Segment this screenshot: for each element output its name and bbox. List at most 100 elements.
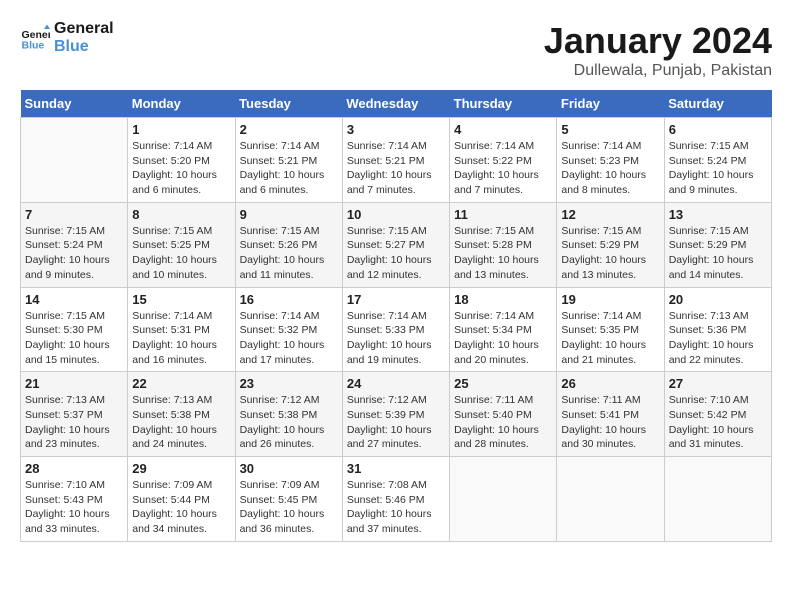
calendar-week-4: 21 Sunrise: 7:13 AMSunset: 5:37 PMDayligh… [21,372,772,457]
calendar-cell: 24Sunrise: 7:12 AMSunset: 5:39 PMDayligh… [342,372,449,457]
day-number: 24 [347,376,445,391]
day-number: 19 [561,292,659,307]
day-number: 15 [132,292,230,307]
day-info: Sunrise: 7:11 AMSunset: 5:40 PMDaylight:… [454,393,552,452]
calendar-cell: 23Sunrise: 7:12 AMSunset: 5:38 PMDayligh… [235,372,342,457]
day-number: 22 [132,376,230,391]
day-number: 3 [347,122,445,137]
day-info: Sunrise: 7:14 AMSunset: 5:20 PMDaylight:… [132,139,230,198]
calendar-cell: 1 Sunrise: 7:14 AMSunset: 5:20 PMDaylight… [128,118,235,203]
day-number: 17 [347,292,445,307]
day-info: Sunrise: 7:14 AMSunset: 5:34 PMDaylight:… [454,309,552,368]
day-number: 4 [454,122,552,137]
day-info: Sunrise: 7:14 AMSunset: 5:21 PMDaylight:… [347,139,445,198]
calendar-week-2: 7 Sunrise: 7:15 AMSunset: 5:24 PMDaylight… [21,202,772,287]
calendar-cell: 5Sunrise: 7:14 AMSunset: 5:23 PMDaylight… [557,118,664,203]
day-info: Sunrise: 7:15 AMSunset: 5:29 PMDaylight:… [561,224,659,283]
calendar-cell: 16Sunrise: 7:14 AMSunset: 5:32 PMDayligh… [235,287,342,372]
calendar-cell: 7 Sunrise: 7:15 AMSunset: 5:24 PMDaylight… [21,202,128,287]
day-info: Sunrise: 7:14 AMSunset: 5:35 PMDaylight:… [561,309,659,368]
header-monday: Monday [128,90,235,118]
day-info: Sunrise: 7:13 AMSunset: 5:36 PMDaylight:… [669,309,767,368]
day-number: 8 [132,207,230,222]
calendar-cell [21,118,128,203]
calendar-cell: 15 Sunrise: 7:14 AMSunset: 5:31 PMDayligh… [128,287,235,372]
calendar-cell: 18 Sunrise: 7:14 AMSunset: 5:34 PMDayligh… [450,287,557,372]
svg-text:Blue: Blue [22,40,45,52]
logo-blue: Blue [54,38,114,56]
title-section: January 2024 Dullewala, Punjab, Pakistan [544,20,772,80]
day-info: Sunrise: 7:13 AMSunset: 5:37 PMDaylight:… [25,393,123,452]
day-info: Sunrise: 7:15 AMSunset: 5:30 PMDaylight:… [25,309,123,368]
calendar-cell [450,457,557,542]
day-number: 9 [240,207,338,222]
day-info: Sunrise: 7:10 AMSunset: 5:43 PMDaylight:… [25,478,123,537]
calendar-cell: 26 Sunrise: 7:11 AMSunset: 5:41 PMDayligh… [557,372,664,457]
day-number: 11 [454,207,552,222]
calendar-cell: 14 Sunrise: 7:15 AMSunset: 5:30 PMDayligh… [21,287,128,372]
day-info: Sunrise: 7:09 AMSunset: 5:44 PMDaylight:… [132,478,230,537]
day-number: 28 [25,461,123,476]
day-number: 14 [25,292,123,307]
day-number: 23 [240,376,338,391]
day-number: 31 [347,461,445,476]
day-info: Sunrise: 7:15 AMSunset: 5:28 PMDaylight:… [454,224,552,283]
calendar-cell: 22Sunrise: 7:13 AMSunset: 5:38 PMDayligh… [128,372,235,457]
calendar-cell: 8 Sunrise: 7:15 AMSunset: 5:25 PMDaylight… [128,202,235,287]
day-info: Sunrise: 7:10 AMSunset: 5:42 PMDaylight:… [669,393,767,452]
page-header: General Blue General Blue January 2024 D… [20,20,772,80]
day-info: Sunrise: 7:15 AMSunset: 5:27 PMDaylight:… [347,224,445,283]
calendar-week-1: 1 Sunrise: 7:14 AMSunset: 5:20 PMDaylight… [21,118,772,203]
calendar-subtitle: Dullewala, Punjab, Pakistan [544,62,772,80]
day-info: Sunrise: 7:14 AMSunset: 5:22 PMDaylight:… [454,139,552,198]
calendar-cell: 20 Sunrise: 7:13 AMSunset: 5:36 PMDayligh… [664,287,771,372]
day-info: Sunrise: 7:14 AMSunset: 5:21 PMDaylight:… [240,139,338,198]
calendar-week-3: 14 Sunrise: 7:15 AMSunset: 5:30 PMDayligh… [21,287,772,372]
day-number: 7 [25,207,123,222]
day-number: 10 [347,207,445,222]
header-saturday: Saturday [664,90,771,118]
day-number: 20 [669,292,767,307]
calendar-table: SundayMondayTuesdayWednesdayThursdayFrid… [20,90,772,542]
day-info: Sunrise: 7:11 AMSunset: 5:41 PMDaylight:… [561,393,659,452]
header-thursday: Thursday [450,90,557,118]
calendar-title: January 2024 [544,20,772,62]
calendar-cell [557,457,664,542]
logo-general: General [54,20,114,38]
day-info: Sunrise: 7:15 AMSunset: 5:25 PMDaylight:… [132,224,230,283]
calendar-cell: 9 Sunrise: 7:15 AMSunset: 5:26 PMDaylight… [235,202,342,287]
calendar-cell: 30 Sunrise: 7:09 AMSunset: 5:45 PMDayligh… [235,457,342,542]
logo-icon: General Blue [20,23,50,53]
calendar-cell: 19 Sunrise: 7:14 AMSunset: 5:35 PMDayligh… [557,287,664,372]
day-number: 29 [132,461,230,476]
day-info: Sunrise: 7:15 AMSunset: 5:24 PMDaylight:… [25,224,123,283]
calendar-cell: 28 Sunrise: 7:10 AMSunset: 5:43 PMDayligh… [21,457,128,542]
calendar-cell: 3 Sunrise: 7:14 AMSunset: 5:21 PMDaylight… [342,118,449,203]
calendar-cell: 6Sunrise: 7:15 AMSunset: 5:24 PMDaylight… [664,118,771,203]
day-number: 26 [561,376,659,391]
calendar-cell: 10 Sunrise: 7:15 AMSunset: 5:27 PMDayligh… [342,202,449,287]
day-info: Sunrise: 7:14 AMSunset: 5:31 PMDaylight:… [132,309,230,368]
day-number: 21 [25,376,123,391]
calendar-header-row: SundayMondayTuesdayWednesdayThursdayFrid… [21,90,772,118]
day-number: 18 [454,292,552,307]
day-info: Sunrise: 7:15 AMSunset: 5:29 PMDaylight:… [669,224,767,283]
day-info: Sunrise: 7:14 AMSunset: 5:33 PMDaylight:… [347,309,445,368]
day-number: 16 [240,292,338,307]
day-number: 1 [132,122,230,137]
day-info: Sunrise: 7:15 AMSunset: 5:26 PMDaylight:… [240,224,338,283]
day-info: Sunrise: 7:14 AMSunset: 5:23 PMDaylight:… [561,139,659,198]
calendar-cell: 11 Sunrise: 7:15 AMSunset: 5:28 PMDayligh… [450,202,557,287]
day-info: Sunrise: 7:08 AMSunset: 5:46 PMDaylight:… [347,478,445,537]
header-wednesday: Wednesday [342,90,449,118]
day-info: Sunrise: 7:09 AMSunset: 5:45 PMDaylight:… [240,478,338,537]
calendar-cell [664,457,771,542]
header-sunday: Sunday [21,90,128,118]
calendar-cell: 29 Sunrise: 7:09 AMSunset: 5:44 PMDayligh… [128,457,235,542]
calendar-cell: 13Sunrise: 7:15 AMSunset: 5:29 PMDayligh… [664,202,771,287]
header-tuesday: Tuesday [235,90,342,118]
day-number: 6 [669,122,767,137]
day-number: 30 [240,461,338,476]
calendar-cell: 27Sunrise: 7:10 AMSunset: 5:42 PMDayligh… [664,372,771,457]
calendar-cell: 4 Sunrise: 7:14 AMSunset: 5:22 PMDaylight… [450,118,557,203]
